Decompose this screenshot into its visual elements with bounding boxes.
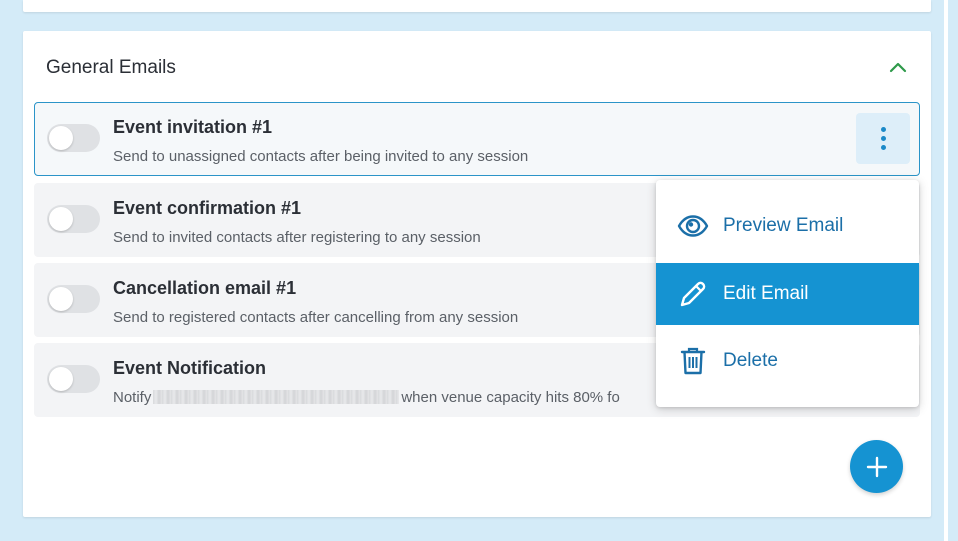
email-actions-menu: Preview Email Edit Email Delete [656,180,919,407]
kebab-dot [880,136,886,141]
kebab-dot [880,145,886,150]
edit-email-menu-item[interactable]: Edit Email [656,263,919,325]
row-menu-button[interactable] [856,113,910,164]
email-description: Notify when venue capacity hits 80% fo [113,389,620,406]
page-scrollbar[interactable] [944,0,958,541]
add-email-button[interactable] [850,440,903,493]
email-description: Send to unassigned contacts after being … [113,148,529,165]
pencil-icon [677,278,709,310]
enable-toggle[interactable] [47,124,100,152]
delete-menu-item[interactable]: Delete [656,330,919,392]
description-prefix: Notify [113,389,152,406]
enable-toggle[interactable] [47,205,100,233]
email-description: Send to invited contacts after registeri… [113,229,481,246]
previous-section-card [23,0,931,12]
enable-toggle[interactable] [47,285,100,313]
enable-toggle[interactable] [47,365,100,393]
menu-item-label: Edit Email [723,283,809,304]
eye-icon [677,210,709,242]
chevron-up-icon [889,62,907,73]
menu-item-label: Preview Email [723,215,844,236]
redacted-recipient [153,390,400,404]
trash-icon [677,345,709,377]
toggle-knob [49,287,73,311]
plus-icon [866,456,887,477]
section-title: General Emails [46,57,176,78]
description-suffix: when venue capacity hits 80% fo [401,389,620,406]
email-description: Send to registered contacts after cancel… [113,309,519,326]
email-title: Cancellation email #1 [113,278,297,298]
collapse-button[interactable] [885,57,911,77]
email-title: Event Notification [113,358,267,378]
panel-header[interactable]: General Emails [23,31,931,103]
menu-item-label: Delete [723,350,778,371]
email-title: Event confirmation #1 [113,198,302,218]
email-title: Event invitation #1 [113,117,273,137]
toggle-knob [49,126,73,150]
kebab-menu-icon [880,127,886,132]
preview-email-menu-item[interactable]: Preview Email [656,195,919,257]
toggle-knob [49,367,73,391]
toggle-knob [49,207,73,231]
email-row[interactable]: Event invitation #1 Send to unassigned c… [34,102,920,176]
